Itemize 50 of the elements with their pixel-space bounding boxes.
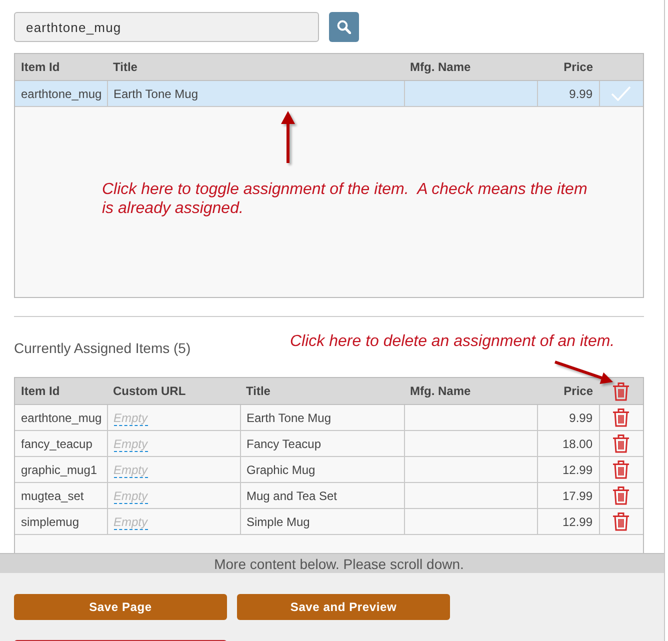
column-header: Custom URL: [113, 384, 186, 398]
result-row[interactable]: earthtone_mug Earth Tone Mug 9.99: [15, 80, 643, 106]
table-cell: graphic_mug1: [21, 462, 98, 476]
table-cell: simplemug: [21, 514, 80, 528]
table-cell: Earth Tone Mug: [114, 86, 198, 100]
column-header: Mfg. Name: [410, 384, 471, 398]
trash-icon[interactable]: [612, 382, 630, 400]
check-icon[interactable]: [611, 86, 632, 102]
column-header: Item Id: [21, 384, 60, 398]
column-header: Title: [113, 60, 138, 74]
section-heading: Currently Assigned Items (5): [14, 339, 191, 357]
trash-icon[interactable]: [612, 434, 630, 453]
trash-icon[interactable]: [612, 512, 630, 531]
table-cell: Graphic Mug: [246, 462, 316, 476]
table-cell: Simple Mug: [246, 514, 310, 528]
column-header: Price: [564, 384, 593, 398]
search-field[interactable]: earthtone_mug: [14, 12, 319, 42]
search-button[interactable]: [329, 12, 359, 42]
custom-url-link[interactable]: Empty: [114, 514, 148, 530]
callout-arrow: [281, 111, 295, 163]
table-cell: 18.00: [562, 436, 592, 450]
custom-url-link[interactable]: Empty: [114, 410, 148, 426]
custom-url-link[interactable]: Empty: [114, 436, 148, 452]
custom-url-link[interactable]: Empty: [114, 488, 148, 504]
table-cell: Earth Tone Mug: [246, 410, 331, 424]
table-cell: 17.99: [562, 488, 592, 502]
column-header: Title: [246, 384, 270, 398]
search-icon: [337, 20, 351, 34]
column-header: Price: [564, 60, 593, 74]
table-cell: mugtea_set: [21, 488, 84, 502]
trash-icon[interactable]: [612, 486, 630, 505]
table-cell: 12.99: [562, 514, 592, 528]
save-button[interactable]: Save Page: [14, 594, 227, 620]
table-cell: Fancy Teacup: [246, 436, 321, 450]
table-cell: 12.99: [562, 462, 592, 476]
column-header: Item Id: [21, 60, 60, 74]
table-cell: fancy_teacup: [21, 436, 92, 450]
custom-url-link[interactable]: Empty: [114, 462, 148, 478]
trash-icon[interactable]: [612, 460, 630, 479]
scroll-notice: More content below. Please scroll down.: [0, 553, 664, 573]
callout-text: Click here to toggle assignment of the item. A check means the item is already assigned.: [102, 180, 588, 218]
trash-icon[interactable]: [612, 408, 630, 427]
save-button[interactable]: Save and Preview: [237, 594, 450, 620]
table-cell: Mug and Tea Set: [246, 488, 338, 502]
table-cell: earthtone_mug: [21, 410, 102, 424]
table-cell: earthtone_mug: [21, 86, 102, 100]
table-cell: 9.99: [569, 410, 592, 424]
table-cell: 9.99: [569, 86, 592, 100]
callout-text: Click here to delete an assignment of an item.: [290, 332, 615, 351]
column-header: Mfg. Name: [410, 60, 471, 74]
